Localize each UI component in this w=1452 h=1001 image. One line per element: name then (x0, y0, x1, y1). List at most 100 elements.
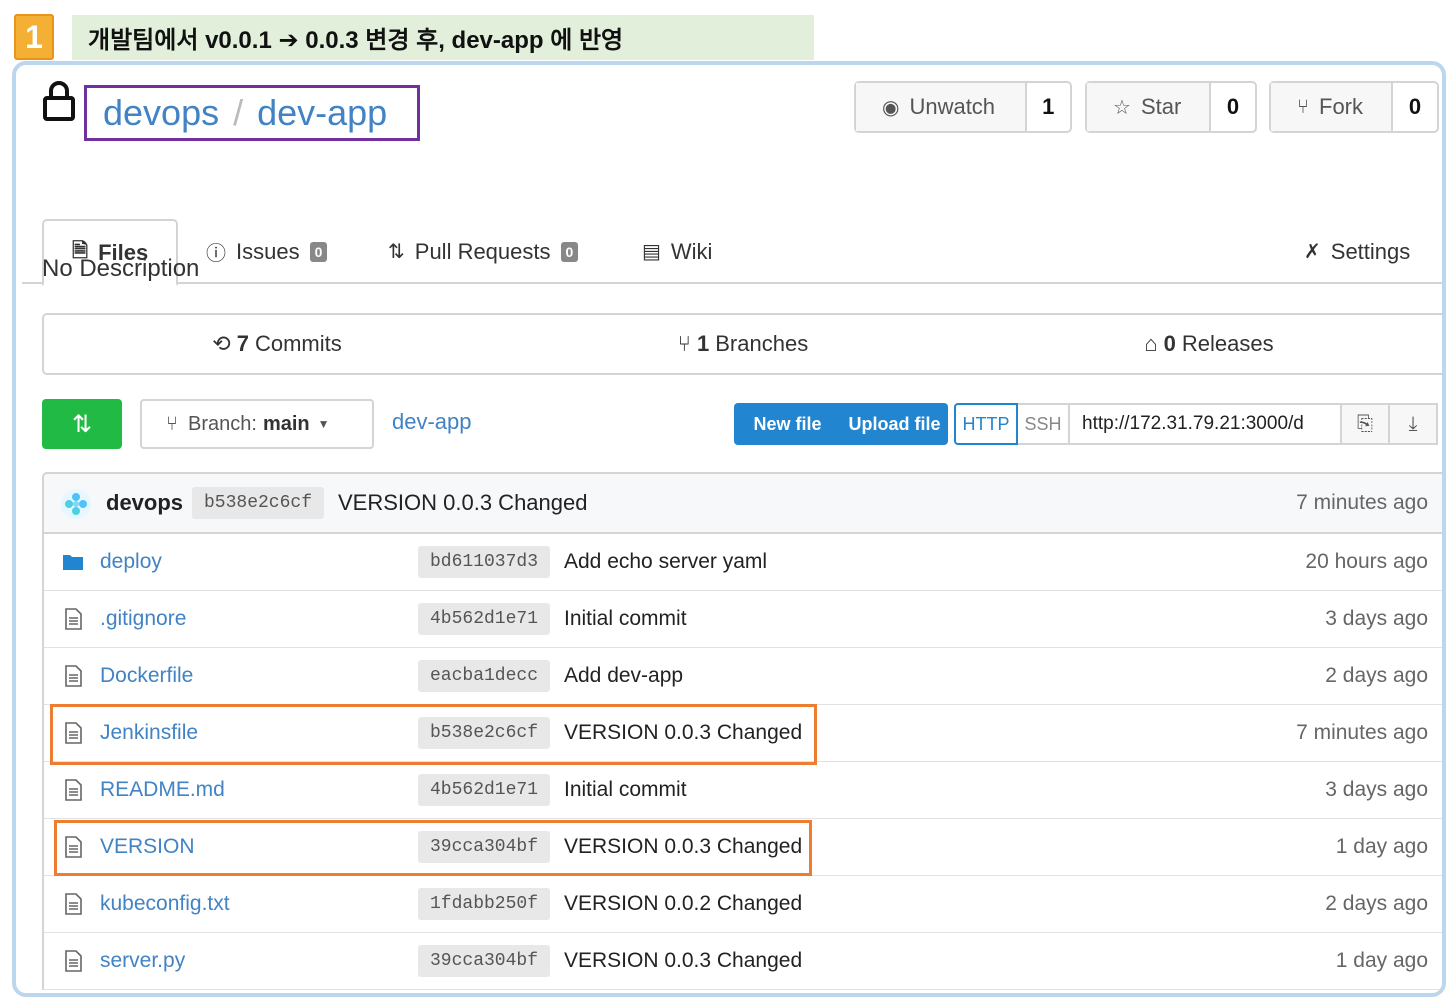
clone-panel: HTTP SSH http://172.31.79.21:3000/d ⎘ ⤓ (954, 403, 1442, 445)
file-text-icon (65, 893, 82, 915)
commit-age: 1 day ago (1335, 835, 1428, 858)
jenkinsfile-highlight-box (50, 704, 817, 765)
commit-message[interactable]: Add echo server yaml (564, 550, 767, 574)
unwatch-button-group: ◉ Unwatch 1 (854, 81, 1072, 133)
latest-commit-sha[interactable]: b538e2c6cf (192, 487, 324, 519)
caret-down-icon: ▼ (317, 417, 330, 431)
clone-url-input[interactable]: http://172.31.79.21:3000/d (1070, 403, 1342, 445)
branch-prefix: Branch: (188, 412, 257, 435)
file-actions-group: New file Upload file (734, 403, 948, 445)
fork-icon: ⑂ (1297, 95, 1309, 118)
tag-icon: ⌂ (1144, 331, 1158, 356)
file-name-link[interactable]: kubeconfig.txt (100, 892, 230, 916)
avatar (61, 489, 91, 519)
star-icon: ☆ (1113, 96, 1131, 119)
repo-tabs: 🗎 Files ⓘ Issues 0 ⇅ Pull Requests 0 ▤ Wiki ✗ S… (22, 219, 1442, 286)
commit-message[interactable]: Add dev-app (564, 664, 683, 688)
table-row: server.py 39cca304bf VERSION 0.0.3 Chang… (42, 933, 1442, 990)
step-caption: 개발팀에서 v0.0.1 ➔ 0.0.3 변경 후, dev-app 에 반영 (72, 15, 814, 60)
repo-stats: ⟲ 7 Commits ⑂ 1 Branches ⌂ 0 Releases (42, 313, 1442, 375)
releases-stat[interactable]: ⌂ 0 Releases (976, 315, 1442, 373)
tools-icon: ✗ (1304, 241, 1321, 263)
star-button[interactable]: ☆ Star (1087, 83, 1211, 131)
path-breadcrumb[interactable]: dev-app (392, 409, 472, 435)
issue-icon: ⓘ (206, 243, 226, 265)
issues-count-badge: 0 (309, 241, 328, 262)
download-icon[interactable]: ⤓ (1390, 403, 1438, 445)
commit-message[interactable]: VERSION 0.0.2 Changed (564, 892, 802, 916)
copy-url-icon[interactable]: ⎘ (1342, 403, 1390, 445)
file-text-icon (65, 950, 82, 972)
clone-ssh-button[interactable]: SSH (1018, 403, 1070, 445)
tab-settings[interactable]: ✗ Settings (1304, 219, 1410, 284)
repo-separator: / (233, 92, 244, 133)
file-name-link[interactable]: README.md (100, 778, 225, 802)
branches-stat[interactable]: ⑂ 1 Branches (510, 315, 976, 373)
table-row: deploy bd611037d3 Add echo server yaml 2… (42, 534, 1442, 591)
tab-pull-requests[interactable]: ⇅ Pull Requests 0 (388, 219, 579, 284)
branch-dropdown[interactable]: ⑂ Branch: main ▼ (140, 399, 374, 449)
commit-sha[interactable]: 4b562d1e71 (418, 603, 550, 635)
commit-age: 2 days ago (1325, 664, 1428, 687)
latest-commit-bar: devops b538e2c6cf VERSION 0.0.3 Changed … (42, 472, 1442, 534)
file-name-link[interactable]: server.py (100, 949, 185, 973)
file-name-link[interactable]: Dockerfile (100, 664, 193, 688)
file-text-icon (65, 665, 82, 687)
tab-wiki[interactable]: ▤ Wiki (642, 219, 712, 284)
commit-message[interactable]: VERSION 0.0.3 Changed (564, 949, 802, 973)
unwatch-button[interactable]: ◉ Unwatch (856, 83, 1027, 131)
commit-sha[interactable]: eacba1decc (418, 660, 550, 692)
fork-count[interactable]: 0 (1393, 83, 1437, 131)
commit-sha[interactable]: 4b562d1e71 (418, 774, 550, 806)
upload-file-button[interactable]: Upload file (841, 403, 948, 445)
latest-commit-message: VERSION 0.0.3 Changed (338, 490, 588, 515)
watch-count[interactable]: 1 (1027, 83, 1070, 131)
file-text-icon (65, 779, 82, 801)
fork-button[interactable]: ⑂ Fork (1271, 83, 1393, 131)
commits-stat[interactable]: ⟲ 7 Commits (44, 315, 510, 373)
eye-icon: ◉ (882, 96, 900, 119)
commit-age: 1 day ago (1335, 949, 1428, 972)
version-highlight-box (54, 820, 812, 876)
table-row: kubeconfig.txt 1fdabb250f VERSION 0.0.2 … (42, 876, 1442, 933)
file-name-link[interactable]: .gitignore (100, 607, 186, 631)
branch-name: main (262, 412, 310, 435)
repo-name-link[interactable]: dev-app (257, 92, 387, 134)
commit-sha[interactable]: bd611037d3 (418, 546, 550, 578)
commit-message[interactable]: Initial commit (564, 607, 687, 631)
star-button-group: ☆ Star 0 (1085, 81, 1257, 133)
commit-age: 3 days ago (1325, 778, 1428, 801)
commit-sha[interactable]: 1fdabb250f (418, 888, 550, 920)
commit-age: 2 days ago (1325, 892, 1428, 915)
book-icon: ▤ (642, 241, 661, 263)
table-row: .gitignore 4b562d1e71 Initial commit 3 d… (42, 591, 1442, 648)
file-name-link[interactable]: deploy (100, 550, 162, 574)
repo-description: No Description (42, 255, 200, 282)
commit-age: 3 days ago (1325, 607, 1428, 630)
pull-request-icon: ⇅ (388, 241, 405, 263)
fork-button-group: ⑂ Fork 0 (1269, 81, 1439, 133)
new-file-button[interactable]: New file (734, 403, 841, 445)
step-number-badge: 1 (14, 14, 54, 60)
compare-icon: ⇅ (71, 410, 93, 438)
file-text-icon (65, 608, 82, 630)
branch-icon: ⑂ (166, 412, 178, 435)
commit-sha[interactable]: 39cca304bf (418, 945, 550, 977)
latest-commit-age: 7 minutes ago (1296, 491, 1428, 514)
history-icon: ⟲ (212, 331, 231, 356)
repo-owner-link[interactable]: devops (103, 92, 219, 134)
tab-issues[interactable]: ⓘ Issues 0 (206, 219, 328, 284)
commit-message[interactable]: Initial commit (564, 778, 687, 802)
folder-icon (63, 555, 83, 570)
repo-title: devops / dev-app (84, 85, 420, 141)
pulls-count-badge: 0 (560, 241, 579, 262)
lock-icon (43, 81, 75, 121)
latest-commit-author[interactable]: devops (106, 490, 183, 516)
clone-http-button[interactable]: HTTP (954, 403, 1018, 445)
star-count[interactable]: 0 (1211, 83, 1255, 131)
table-row: README.md 4b562d1e71 Initial commit 3 da… (42, 762, 1442, 819)
commit-age: 7 minutes ago (1296, 721, 1428, 744)
compare-button[interactable]: ⇅ (42, 399, 122, 449)
table-row: Dockerfile eacba1decc Add dev-app 2 days… (42, 648, 1442, 705)
branch-icon: ⑂ (677, 331, 691, 356)
